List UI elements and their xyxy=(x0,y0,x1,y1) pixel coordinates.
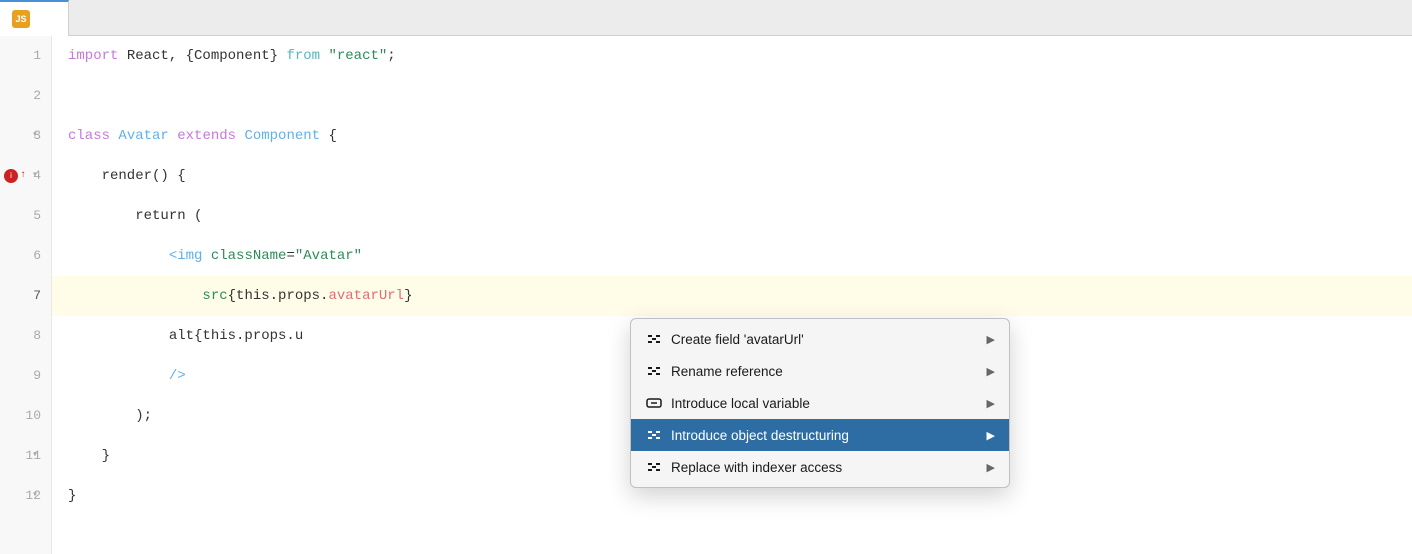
refactor-icon xyxy=(645,362,663,380)
menu-item-label: Introduce local variable xyxy=(671,396,810,411)
submenu-arrow-icon: ▶ xyxy=(987,429,995,442)
menu-item-label: Rename reference xyxy=(671,364,783,379)
line-number-4: i↑4▾ xyxy=(0,156,51,196)
context-menu: Create field 'avatarUrl'▶Rename referenc… xyxy=(630,318,1010,488)
menu-item-label: Introduce object destructuring xyxy=(671,428,849,443)
line-numbers-gutter: 123▾i↑4▾567891011▾12▾ xyxy=(0,36,52,554)
line-number-11: 11▾ xyxy=(0,436,51,476)
code-line-2 xyxy=(52,76,1412,116)
refactor-icon xyxy=(645,426,663,444)
menu-item-replace-indexer[interactable]: Replace with indexer access ▶ xyxy=(631,451,1009,483)
fold-arrow-icon[interactable]: ▾ xyxy=(32,116,38,156)
fold-arrow-icon[interactable]: ▾ xyxy=(32,156,38,196)
submenu-arrow-icon: ▶ xyxy=(987,461,995,474)
line-number-1: 1 xyxy=(0,36,51,76)
breakpoint-indicator: i↑ xyxy=(4,156,26,196)
fold-arrow-icon[interactable]: ▾ xyxy=(32,476,38,516)
code-line-5: return ( xyxy=(52,196,1412,236)
tab-bar: JS xyxy=(0,0,1412,36)
variable-icon xyxy=(645,394,663,412)
line-number-7: 7 xyxy=(0,276,51,316)
menu-item-rename-reference[interactable]: Rename reference ▶ xyxy=(631,355,1009,387)
submenu-arrow-icon: ▶ xyxy=(987,333,995,346)
line-number-2: 2 xyxy=(0,76,51,116)
arrow-up-icon: ↑ xyxy=(20,156,26,196)
code-line-3: class Avatar extends Component { xyxy=(52,116,1412,156)
tab-close-button[interactable] xyxy=(42,12,56,26)
submenu-arrow-icon: ▶ xyxy=(987,365,995,378)
menu-item-create-field[interactable]: Create field 'avatarUrl' ▶ xyxy=(631,323,1009,355)
menu-item-label: Create field 'avatarUrl' xyxy=(671,332,804,347)
line-number-12: 12▾ xyxy=(0,476,51,516)
refactor-icon xyxy=(645,330,663,348)
code-line-1: import React, {Component} from "react"; xyxy=(52,36,1412,76)
submenu-arrow-icon: ▶ xyxy=(987,397,995,410)
menu-item-introduce-destructuring[interactable]: Introduce object destructuring ▶ xyxy=(631,419,1009,451)
menu-item-introduce-variable[interactable]: Introduce local variable ▶ xyxy=(631,387,1009,419)
line-number-6: 6 xyxy=(0,236,51,276)
breakpoint-dot: i xyxy=(4,169,18,183)
line-number-3: 3▾ xyxy=(0,116,51,156)
line-number-10: 10 xyxy=(0,396,51,436)
js-file-icon: JS xyxy=(12,10,30,28)
code-line-6: <img className="Avatar" xyxy=(52,236,1412,276)
fold-arrow-icon[interactable]: ▾ xyxy=(32,436,38,476)
line-number-5: 5 xyxy=(0,196,51,236)
line-number-9: 9 xyxy=(0,356,51,396)
line-number-8: 8 xyxy=(0,316,51,356)
code-line-7: src{this.props.avatarUrl} xyxy=(52,276,1412,316)
menu-item-label: Replace with indexer access xyxy=(671,460,842,475)
editor: 123▾i↑4▾567891011▾12▾ import React, {Com… xyxy=(0,36,1412,554)
refactor-icon xyxy=(645,458,663,476)
tab-avatar-js[interactable]: JS xyxy=(0,0,69,36)
code-line-4: render() { xyxy=(52,156,1412,196)
